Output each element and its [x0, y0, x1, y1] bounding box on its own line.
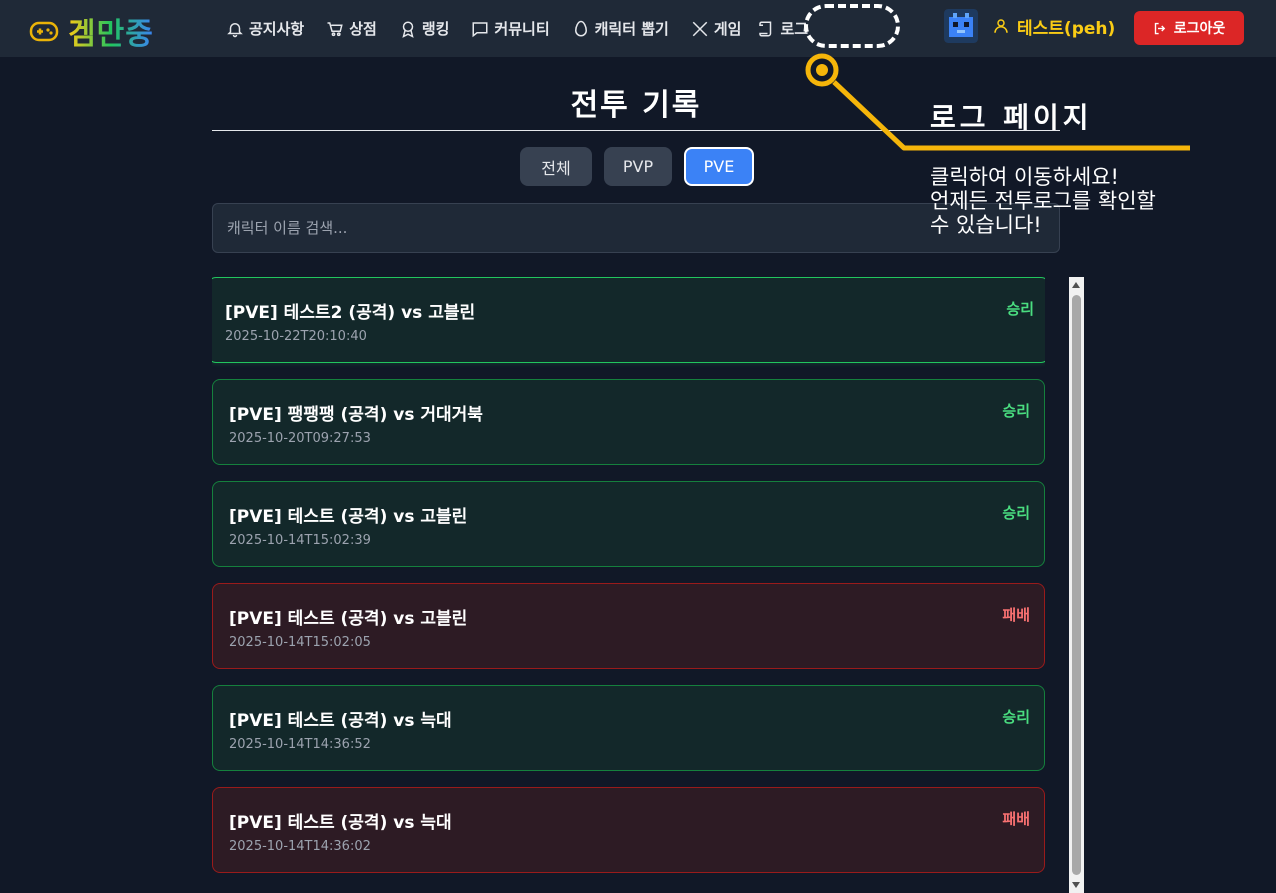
- nav-item-notice[interactable]: 공지사항: [226, 18, 304, 39]
- battle-record-card[interactable]: [PVE] 테스트 (공격) vs 고블린 2025-10-14T15:02:3…: [212, 481, 1045, 567]
- filter-tabs: 전체 PVP PVE: [520, 147, 754, 186]
- record-result-badge: 승리: [1002, 708, 1030, 726]
- brand-name: 겜만중: [68, 9, 154, 53]
- record-result-badge: 승리: [1002, 504, 1030, 522]
- record-result-badge: 패배: [1002, 606, 1030, 624]
- nav-item-log[interactable]: 로그: [757, 18, 808, 39]
- record-title: [PVE] 테스트2 (공격) vs 고블린: [225, 303, 476, 323]
- chat-icon: [472, 21, 488, 37]
- record-title: [PVE] 테스트 (공격) vs 고블린: [229, 507, 468, 527]
- scroll-up-arrow-icon[interactable]: [1072, 282, 1080, 288]
- annotation-description: 클릭하여 이동하세요! 언제든 전투로그를 확인할 수 있습니다!: [930, 165, 1270, 237]
- medal-icon: [402, 21, 414, 38]
- annotation-line: 언제든 전투로그를 확인할: [930, 189, 1156, 213]
- battle-record-card[interactable]: [PVE] 테스트 (공격) vs 고블린 2025-10-14T15:02:0…: [212, 583, 1045, 669]
- nav-item-label: 상점: [349, 20, 377, 38]
- gamepad-icon: [29, 21, 59, 42]
- logout-icon: [1154, 22, 1165, 34]
- scroll-down-arrow-icon[interactable]: [1072, 882, 1080, 888]
- nav-item-shop[interactable]: 상점: [326, 18, 377, 39]
- record-timestamp: 2025-10-14T15:02:05: [229, 635, 371, 650]
- battle-record-card[interactable]: [PVE] 테스트2 (공격) vs 고블린 2025-10-22T20:10:…: [212, 277, 1045, 363]
- swords-icon: [692, 21, 708, 36]
- battle-record-card[interactable]: [PVE] 테스트 (공격) vs 늑대 2025-10-14T14:36:52…: [212, 685, 1045, 771]
- nav-item-label: 커뮤니티: [494, 20, 550, 38]
- tab-pve[interactable]: PVE: [684, 147, 754, 186]
- battle-record-card[interactable]: [PVE] 팽팽팽 (공격) vs 거대거북 2025-10-20T09:27:…: [212, 379, 1045, 465]
- record-timestamp: 2025-10-14T14:36:02: [229, 839, 371, 854]
- logout-button[interactable]: 로그아웃: [1134, 11, 1244, 45]
- record-title: [PVE] 테스트 (공격) vs 고블린: [229, 609, 468, 629]
- nav-menu: 공지사항 상점 랭킹 커뮤니티 캐릭터 뽑기 게임 로그: [226, 0, 830, 57]
- record-timestamp: 2025-10-20T09:27:53: [229, 431, 371, 446]
- scroll-icon: [759, 21, 772, 36]
- nav-item-label: 캐릭터 뽑기: [594, 20, 669, 38]
- nav-item-label: 공지사항: [249, 20, 305, 38]
- record-timestamp: 2025-10-14T15:02:39: [229, 533, 371, 548]
- user-area: 테스트(peh): [944, 9, 1115, 43]
- bell-icon: [227, 22, 243, 37]
- list-scrollbar[interactable]: [1069, 277, 1084, 893]
- tab-pvp[interactable]: PVP: [604, 147, 672, 186]
- user-icon: [994, 19, 1008, 33]
- record-timestamp: 2025-10-14T14:36:52: [229, 737, 371, 752]
- record-title: [PVE] 테스트 (공격) vs 늑대: [229, 711, 452, 731]
- nav-item-label: 게임: [713, 20, 742, 38]
- egg-icon: [574, 20, 587, 36]
- nav-item-ranking[interactable]: 랭킹: [399, 18, 450, 39]
- nav-item-game[interactable]: 게임: [691, 18, 742, 39]
- record-timestamp: 2025-10-22T20:10:40: [225, 329, 367, 344]
- highlight-oval: [804, 4, 900, 48]
- nav-item-label: 랭킹: [421, 20, 450, 38]
- record-title: [PVE] 팽팽팽 (공격) vs 거대거북: [229, 405, 483, 425]
- user-name: 테스트(peh): [1017, 18, 1116, 39]
- battle-record-list: [PVE] 테스트2 (공격) vs 고블린 2025-10-22T20:10:…: [212, 277, 1045, 893]
- record-title: [PVE] 테스트 (공격) vs 늑대: [229, 813, 452, 833]
- record-result-badge: 승리: [1002, 402, 1030, 420]
- battle-record-card[interactable]: [PVE] 테스트 (공격) vs 늑대 2025-10-14T14:36:02…: [212, 787, 1045, 873]
- cart-icon: [327, 21, 343, 36]
- record-result-badge: 패배: [1002, 810, 1030, 828]
- nav-item-gacha[interactable]: 캐릭터 뽑기: [572, 18, 669, 39]
- user-profile-link[interactable]: 테스트(peh): [992, 14, 1115, 39]
- tab-all[interactable]: 전체: [520, 147, 592, 186]
- nav-item-community[interactable]: 커뮤니티: [471, 18, 550, 39]
- logout-label: 로그아웃: [1173, 21, 1226, 37]
- scrollbar-thumb[interactable]: [1072, 295, 1081, 875]
- annotation-title: 로그 페이지: [930, 101, 1093, 134]
- annotation-line: 클릭하여 이동하세요!: [930, 165, 1119, 189]
- record-result-badge: 승리: [1006, 300, 1034, 318]
- top-navbar: 겜만중 공지사항 상점 랭킹 커뮤니티 캐릭터 뽑기 게임 로그 테스트(peh…: [0, 0, 1276, 57]
- avatar[interactable]: [944, 9, 978, 43]
- brand-logo[interactable]: 겜만중: [28, 9, 154, 53]
- annotation-line: 수 있습니다!: [930, 213, 1042, 237]
